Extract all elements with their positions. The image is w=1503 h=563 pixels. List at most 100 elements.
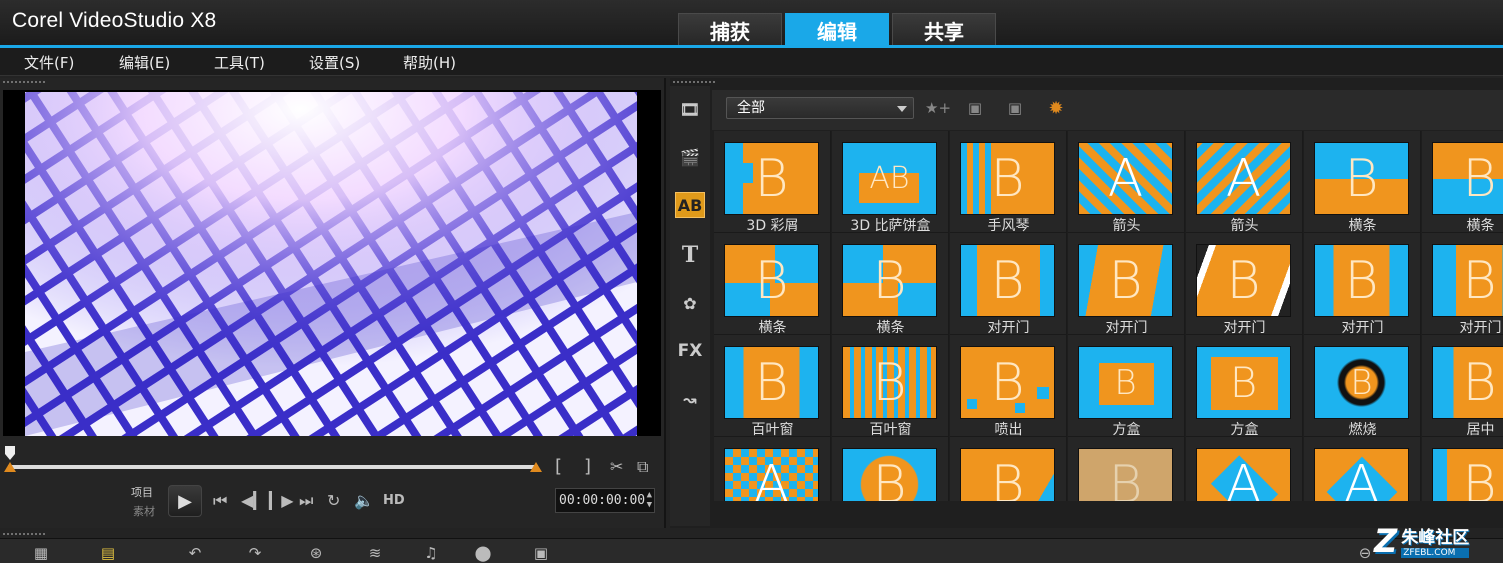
library-item[interactable]: B 对开门	[1186, 233, 1303, 336]
record-capture-icon[interactable]: ⊛	[303, 543, 329, 563]
item-caption: 3D 彩屑	[746, 218, 799, 234]
thumbnail: B	[842, 346, 937, 419]
timeline-view-icon[interactable]: ▤	[95, 543, 121, 563]
library-item[interactable]: B 对开门	[1304, 233, 1421, 336]
library-item[interactable]: AB 3D 比萨饼盒	[832, 131, 949, 234]
library-item[interactable]: B 横条	[1304, 131, 1421, 234]
title-icon[interactable]: T	[675, 242, 705, 268]
timeline-grip[interactable]	[2, 532, 46, 536]
repeat-icon[interactable]: ↻	[327, 491, 340, 510]
library-item[interactable]: A	[1304, 437, 1421, 501]
library-item[interactable]: A	[714, 437, 831, 501]
timeline-toolbar	[0, 538, 1503, 563]
library-item[interactable]: A 箭头	[1186, 131, 1303, 234]
thumbnail: B	[1432, 448, 1503, 501]
path-icon[interactable]: ↝	[675, 386, 705, 412]
motion-tracking-icon[interactable]: ⬤	[470, 543, 496, 563]
media-icon[interactable]: 🎞	[675, 96, 705, 122]
graphics-icon[interactable]: ✿	[675, 290, 705, 316]
play-button[interactable]: ▶	[168, 485, 202, 517]
storyboard-view-icon[interactable]: ▦	[28, 543, 54, 563]
category-dropdown[interactable]: 全部	[726, 97, 914, 119]
menu-help[interactable]: 帮助(H)	[403, 52, 456, 73]
tab-edit[interactable]: 编辑	[785, 13, 889, 46]
instant-project-icon[interactable]: 🎬	[675, 144, 705, 170]
library-item[interactable]: B 横条	[714, 233, 831, 336]
scrubber-track[interactable]	[8, 465, 538, 469]
transition-icon[interactable]: AB	[675, 192, 705, 218]
apply-random-transition-icon[interactable]: ▣	[962, 96, 988, 120]
library-item[interactable]: B 百叶窗	[714, 335, 831, 438]
preview-tiles-graphic	[25, 92, 637, 436]
menu-edit[interactable]: 编辑(E)	[119, 52, 170, 73]
library-item[interactable]: B 方盒	[1186, 335, 1303, 438]
timecode-spinner-icon[interactable]: ▲ ▼	[647, 490, 652, 510]
mark-out-handle[interactable]	[530, 462, 542, 472]
scrub-handle[interactable]	[5, 446, 15, 460]
library-grip[interactable]	[672, 80, 716, 84]
library-item[interactable]: B	[1422, 437, 1503, 501]
undo-icon[interactable]: ↶	[182, 543, 208, 563]
library-item[interactable]: B 喷出	[950, 335, 1067, 438]
library-item[interactable]: B 3D 彩屑	[714, 131, 831, 234]
next-frame-icon[interactable]: ▎▶	[269, 491, 294, 510]
tab-capture[interactable]: 捕获	[678, 13, 782, 46]
apply-current-transition-icon[interactable]: ▣	[1002, 96, 1028, 120]
volume-icon[interactable]: 🔈	[354, 491, 374, 510]
library-item[interactable]: A	[1186, 437, 1303, 501]
split-clip-icon[interactable]: ✂	[610, 457, 623, 476]
enlarge-preview-icon[interactable]: ⧉	[637, 457, 648, 477]
mark-out-button[interactable]: ]	[584, 456, 591, 477]
thumbnail: B	[1078, 346, 1173, 419]
library-item[interactable]: B	[832, 437, 949, 501]
filter-fx-icon[interactable]: FX	[675, 338, 705, 364]
thumbnail: A	[1196, 142, 1291, 215]
player-panel	[0, 78, 666, 528]
thumbnail: B	[842, 244, 937, 317]
subtitle-editor-icon[interactable]: ▣	[528, 543, 554, 563]
tab-share[interactable]: 共享	[892, 13, 996, 46]
thumbnail: B	[1078, 448, 1173, 501]
timecode-field[interactable]: 00:00:00:00 ▲ ▼	[555, 488, 655, 513]
thumbnail: B	[1196, 346, 1291, 419]
item-caption: 手风琴	[987, 218, 1030, 234]
hd-preview-button[interactable]: HD	[383, 493, 405, 508]
library-item[interactable]: B 对开门	[950, 233, 1067, 336]
thumbnail: A	[1314, 448, 1409, 501]
home-icon[interactable]: ⏮	[213, 491, 227, 511]
mark-in-handle[interactable]	[4, 462, 16, 472]
add-to-favorites-icon[interactable]: ★+	[925, 96, 951, 120]
chevron-down-icon	[897, 106, 907, 112]
get-more-content-icon[interactable]: ✹	[1043, 96, 1069, 120]
mark-in-button[interactable]: [	[555, 456, 562, 477]
library-item[interactable]: A 箭头	[1068, 131, 1185, 234]
menu-file[interactable]: 文件(F)	[24, 52, 74, 73]
sound-mixer-icon[interactable]: ≋	[362, 543, 388, 563]
previous-frame-icon[interactable]: ◀▎	[241, 491, 266, 510]
item-caption: 3D 比萨饼盒	[850, 218, 931, 234]
library-item[interactable]: B 居中	[1422, 335, 1503, 438]
library-item[interactable]: B	[1068, 437, 1185, 501]
library-item[interactable]: B 横条	[832, 233, 949, 336]
redo-icon[interactable]: ↷	[242, 543, 268, 563]
timecode-value: 00:00:00:00	[559, 493, 646, 508]
clip-mode-label[interactable]: 素材	[133, 503, 155, 519]
item-caption: 横条	[1348, 218, 1377, 234]
panel-grip[interactable]	[2, 80, 46, 84]
library-item[interactable]: B	[950, 437, 1067, 501]
thumbnail: B	[1432, 244, 1503, 317]
library-item[interactable]: B 对开门	[1422, 233, 1503, 336]
item-caption: 横条	[1466, 218, 1495, 234]
thumbnail: B	[842, 448, 937, 501]
menu-settings[interactable]: 设置(S)	[309, 52, 360, 73]
library-item[interactable]: B 方盒	[1068, 335, 1185, 438]
menu-tools[interactable]: 工具(T)	[214, 52, 265, 73]
project-mode-label[interactable]: 项目	[131, 484, 153, 500]
auto-music-icon[interactable]: ♫	[418, 543, 444, 563]
library-item[interactable]: B 对开门	[1068, 233, 1185, 336]
library-item[interactable]: B 横条	[1422, 131, 1503, 234]
end-icon[interactable]: ⏭	[299, 491, 313, 511]
library-item[interactable]: B 手风琴	[950, 131, 1067, 234]
library-item[interactable]: B 燃烧	[1304, 335, 1421, 438]
library-item[interactable]: B 百叶窗	[832, 335, 949, 438]
